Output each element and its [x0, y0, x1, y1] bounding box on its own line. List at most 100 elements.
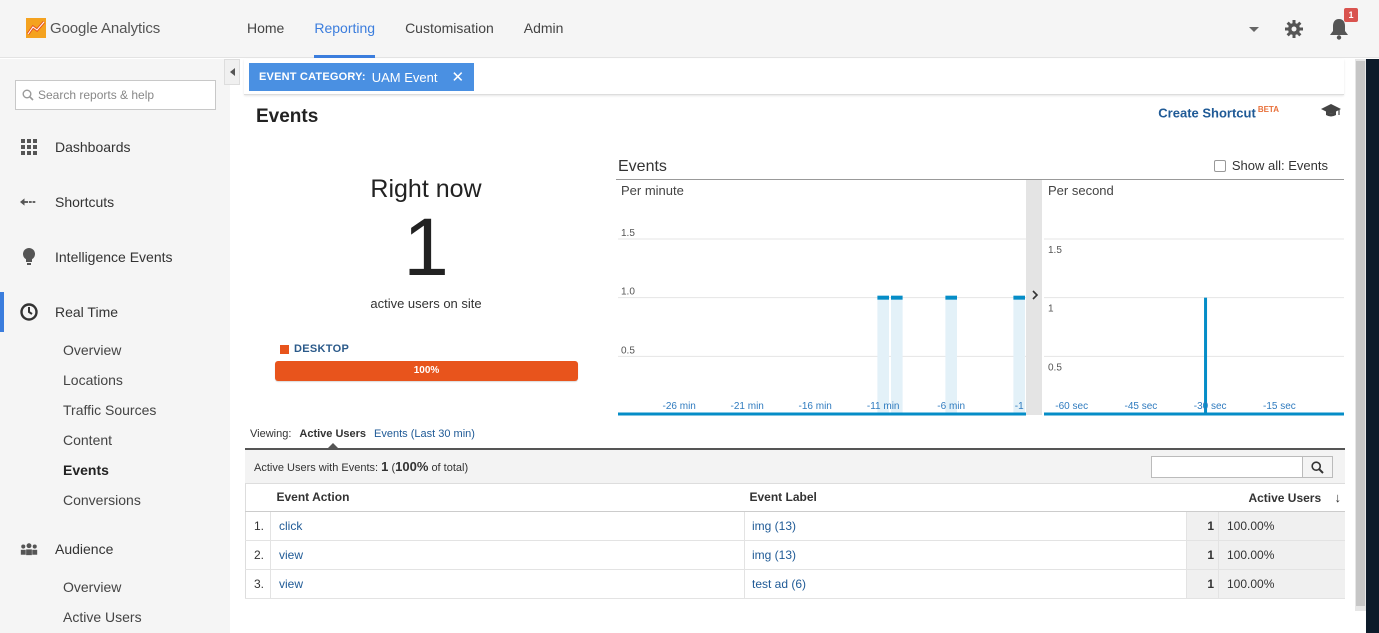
- row-action-cell: view: [270, 540, 745, 570]
- per-minute-bar-bg: [945, 297, 957, 415]
- event-label-link[interactable]: img (13): [752, 548, 796, 562]
- app-logo[interactable]: Google Analytics: [26, 17, 160, 39]
- create-shortcut-label: Create Shortcut: [1158, 105, 1256, 121]
- per-minute-x-tick: -11 min: [867, 401, 900, 412]
- per-minute-x-tick: -16 min: [799, 401, 832, 412]
- sidebar-sub-conversions[interactable]: Conversions: [63, 492, 141, 508]
- nav-customisation[interactable]: Customisation: [390, 0, 509, 58]
- col-event-label[interactable]: Event Label: [744, 484, 1187, 512]
- sidebar: Dashboards Shortcuts Intelligence Events…: [0, 59, 230, 633]
- nav-reporting[interactable]: Reporting: [299, 0, 390, 58]
- per-second-x-tick: -45 sec: [1125, 401, 1158, 412]
- row-action-cell: view: [270, 569, 745, 599]
- sidebar-item-intelligence-events[interactable]: Intelligence Events: [0, 237, 230, 277]
- search-icon: [1311, 460, 1324, 474]
- summary-count: 1: [381, 459, 389, 474]
- beta-badge: BETA: [1257, 105, 1279, 114]
- scrollbar-thumb[interactable]: [1356, 61, 1365, 606]
- per-minute-x-tick: -26 min: [663, 401, 696, 412]
- per-second-x-tick: -15 sec: [1263, 401, 1296, 412]
- device-name: DESKTOP: [294, 343, 350, 355]
- per-second-bar: [1204, 297, 1208, 415]
- sidebar-sub-locations[interactable]: Locations: [63, 372, 123, 388]
- top-bar: Google Analytics Home Reporting Customis…: [0, 0, 1379, 58]
- events-table: Event Action Event Label Active Users ↓ …: [245, 484, 1345, 599]
- row-index: 2.: [245, 540, 271, 570]
- sidebar-sub-audience-overview[interactable]: Overview: [63, 579, 121, 595]
- main-nav: Home Reporting Customisation Admin: [232, 0, 578, 58]
- row-active-users: 1: [1186, 540, 1219, 570]
- per-minute-bar-bg: [877, 297, 889, 415]
- row-active-users: 1: [1186, 511, 1219, 541]
- row-label-cell: img (13): [744, 511, 1187, 541]
- sidebar-item-label: Dashboards: [55, 139, 131, 155]
- right-now-title: Right now: [370, 175, 482, 203]
- search-input[interactable]: [38, 88, 208, 102]
- event-label-link[interactable]: img (13): [752, 519, 796, 533]
- sidebar-sub-overview[interactable]: Overview: [63, 342, 121, 358]
- account-dropdown-icon[interactable]: [1249, 26, 1259, 32]
- row-action-cell: click: [270, 511, 745, 541]
- event-action-link[interactable]: view: [279, 548, 303, 562]
- viewing-events-link[interactable]: Events (Last 30 min): [374, 428, 475, 440]
- viewing-active-users[interactable]: Active Users: [299, 428, 366, 448]
- notification-badge: 1: [1344, 8, 1358, 22]
- sidebar-sub-events[interactable]: Events: [63, 462, 109, 478]
- nav-home[interactable]: Home: [232, 0, 299, 58]
- sidebar-item-audience[interactable]: Audience: [0, 529, 230, 569]
- col-active-users[interactable]: Active Users ↓: [1186, 484, 1345, 512]
- app-name: Google Analytics: [50, 19, 161, 37]
- legend-swatch: [280, 344, 289, 354]
- row-active-users-pct: 100.00%: [1218, 511, 1345, 541]
- sidebar-item-real-time[interactable]: Real Time: [0, 292, 230, 332]
- close-icon[interactable]: ✕: [451, 68, 464, 86]
- sidebar-collapse-button[interactable]: [224, 59, 240, 85]
- analytics-logo-icon: [26, 18, 46, 38]
- table-search-input[interactable]: [1152, 457, 1302, 477]
- per-minute-x-tick: -6 min: [937, 401, 965, 412]
- sidebar-item-label: Real Time: [55, 304, 119, 320]
- show-all-toggle[interactable]: Show all: Events: [1213, 158, 1328, 173]
- chart-title: Events: [618, 158, 667, 175]
- row-label-cell: img (13): [744, 540, 1187, 570]
- per-minute-bar: [891, 295, 903, 300]
- events-chart: Per minute 1.5 1.0 0.5 -26 min -21 min -16 min…: [616, 179, 1344, 416]
- table-search-button[interactable]: [1302, 457, 1332, 477]
- nav-admin[interactable]: Admin: [509, 0, 579, 58]
- event-label-link[interactable]: test ad (6): [752, 577, 806, 591]
- per-second-x-tick: -60 sec: [1055, 401, 1088, 412]
- notifications[interactable]: 1: [1329, 8, 1358, 40]
- show-all-checkbox[interactable]: [1213, 159, 1226, 172]
- summary-suffix: of total): [431, 462, 469, 474]
- col-active-users-label: Active Users: [1248, 490, 1322, 505]
- graduation-cap-icon[interactable]: [1321, 103, 1341, 119]
- event-action-link[interactable]: view: [279, 577, 303, 591]
- table-header-row: Event Action Event Label Active Users ↓: [245, 484, 1345, 512]
- sidebar-sub-content[interactable]: Content: [63, 432, 112, 448]
- top-right-controls: 1: [1249, 0, 1358, 58]
- page-title: Events: [256, 106, 319, 127]
- sidebar-sub-active-users[interactable]: Active Users: [63, 609, 142, 625]
- per-minute-y-tick: 1.5: [621, 228, 635, 239]
- sidebar-item-dashboards[interactable]: Dashboards: [0, 127, 230, 167]
- sidebar-item-shortcuts[interactable]: Shortcuts: [0, 182, 230, 222]
- grid-icon: [20, 138, 38, 156]
- sidebar-sub-traffic-sources[interactable]: Traffic Sources: [63, 402, 156, 418]
- filter-chip[interactable]: EVENT CATEGORY: UAM Event ✕: [249, 63, 475, 91]
- table-summary: Active Users with Events: 1 (100% of tot…: [245, 448, 1345, 484]
- row-index: 1.: [245, 511, 271, 541]
- sort-down-icon: ↓: [1334, 489, 1342, 505]
- event-action-link[interactable]: click: [279, 519, 302, 533]
- gear-icon[interactable]: [1285, 20, 1303, 38]
- col-event-action[interactable]: Event Action: [270, 484, 745, 512]
- main-content: EVENT CATEGORY: UAM Event ✕ Events Creat…: [240, 59, 1355, 633]
- per-minute-bar: [1013, 295, 1025, 300]
- row-active-users-pct: 100.00%: [1218, 569, 1345, 599]
- page-scrollbar[interactable]: [1355, 59, 1366, 611]
- per-second-y-tick: 1.5: [1048, 245, 1062, 256]
- table-search[interactable]: [1151, 456, 1333, 478]
- summary-prefix: Active Users with Events:: [254, 462, 379, 474]
- create-shortcut-link[interactable]: Create Shortcut BETA: [1158, 105, 1279, 120]
- viewing-switcher: Viewing: Active Users Events (Last 30 mi…: [250, 428, 475, 448]
- search-box[interactable]: [15, 80, 216, 110]
